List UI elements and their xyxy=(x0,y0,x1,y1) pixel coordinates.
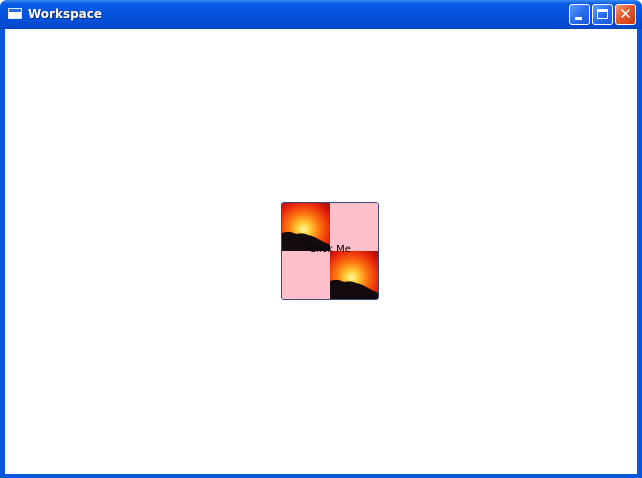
window-content: Click Me xyxy=(5,29,637,474)
maximize-button[interactable] xyxy=(592,4,613,25)
pink-tile xyxy=(282,251,330,299)
click-me-label: Click Me xyxy=(309,244,351,255)
sunset-image xyxy=(330,251,378,299)
minimize-button[interactable] xyxy=(569,4,590,25)
app-window-icon xyxy=(8,8,22,19)
click-me-button[interactable]: Click Me xyxy=(281,202,379,300)
app-window: Workspace ✕ Click Me xyxy=(0,0,642,478)
title-bar[interactable]: Workspace ✕ xyxy=(0,0,642,29)
sunset-image-tile xyxy=(330,251,378,299)
close-icon: ✕ xyxy=(619,5,632,23)
maximize-icon xyxy=(597,9,608,19)
minimize-icon xyxy=(575,17,582,20)
close-button[interactable]: ✕ xyxy=(615,4,636,25)
window-title: Workspace xyxy=(28,7,103,21)
